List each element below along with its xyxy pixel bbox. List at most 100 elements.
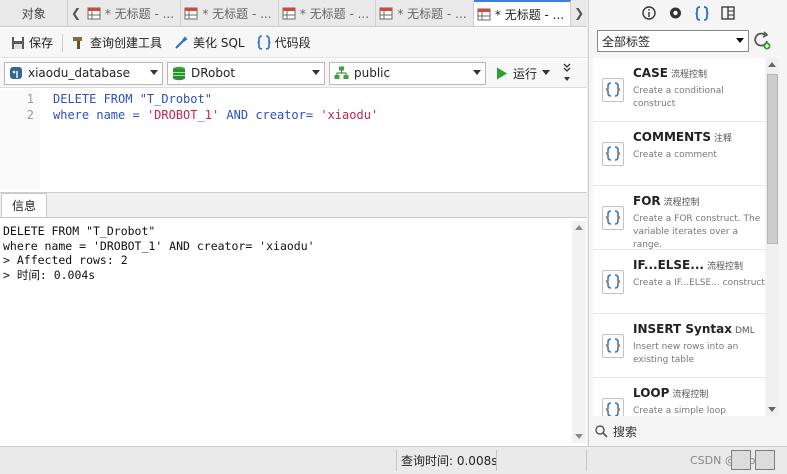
braces-icon xyxy=(257,35,271,50)
code-snippet-button[interactable]: 代码段 xyxy=(251,31,317,55)
tab-message[interactable]: 信息 xyxy=(1,193,48,217)
connection-selector-row: xiaodu_database DRobot public 运行 xyxy=(0,59,587,88)
tab-query-3[interactable]: * 无标题 - ... xyxy=(279,0,377,26)
tab-label: * 无标题 - ... xyxy=(202,6,272,21)
scroll-up-icon[interactable] xyxy=(768,62,776,67)
connection-select[interactable]: xiaodu_database xyxy=(4,61,163,85)
code-snippet-icon xyxy=(602,333,624,358)
snippet-item[interactable]: INSERT Syntax DML Insert new rows into an … xyxy=(593,314,765,378)
snippet-title-text: INSERT Syntax xyxy=(633,322,732,336)
info-icon[interactable] xyxy=(641,6,656,20)
message-output: DELETE FROM "T_Drobot" where name = 'DROB… xyxy=(0,221,570,443)
chevron-down-icon xyxy=(473,69,481,75)
tab-scroll-left-icon[interactable]: ❮ xyxy=(68,0,84,26)
braces-icon[interactable] xyxy=(694,5,709,21)
snippet-icon-wrap xyxy=(593,58,633,121)
search-icon xyxy=(595,424,608,438)
code-line: where name = 'DROBOT_1' AND creator= 'xi… xyxy=(53,108,378,122)
magic-wand-icon xyxy=(175,36,189,49)
snippet-tag: DML xyxy=(735,326,755,336)
scroll-down-icon[interactable] xyxy=(575,434,583,439)
tab-objects[interactable]: 对象 xyxy=(0,0,69,26)
beautify-sql-label: 美化 SQL xyxy=(193,36,245,50)
code-snippet-icon xyxy=(602,77,624,102)
snippet-text: INSERT Syntax DML Insert new rows into an … xyxy=(633,314,765,377)
tab-query-4[interactable]: * 无标题 - ... xyxy=(376,0,474,26)
snippet-title-text: IF...ELSE... xyxy=(633,258,704,272)
status-divider xyxy=(586,450,587,471)
snippet-item[interactable]: COMMENTS 注释 Create a comment xyxy=(593,122,765,186)
chevron-down-icon xyxy=(736,38,744,43)
message-line: where name = 'DROBOT_1' AND creator= 'xi… xyxy=(3,238,315,253)
snippet-title: COMMENTS 注释 xyxy=(633,130,765,144)
scroll-down-icon[interactable] xyxy=(768,407,776,412)
tab-label: * 无标题 - ... xyxy=(299,6,370,21)
toolbar: 保存 查询创建工具 美化 SQL 代码段 xyxy=(0,28,587,58)
grid-view-button[interactable] xyxy=(731,450,751,470)
schema-select[interactable]: public xyxy=(329,61,486,85)
identifier-token: creator= xyxy=(255,108,321,122)
query-table-icon xyxy=(184,7,198,19)
eye-icon[interactable] xyxy=(668,6,683,20)
snippet-tag: 流程控制 xyxy=(706,262,743,272)
status-divider xyxy=(396,450,397,471)
snippet-tag: 流程控制 xyxy=(670,70,707,80)
scroll-thumb[interactable] xyxy=(767,74,778,244)
tab-query-2[interactable]: * 无标题 - ... xyxy=(181,0,279,26)
tab-label: * 无标题 - ... xyxy=(104,6,175,21)
result-scrollbar[interactable] xyxy=(572,221,586,443)
search-label: 搜索 xyxy=(613,424,638,439)
tag-filter-value: 全部标签 xyxy=(602,34,651,49)
message-line: > 时间: 0.004s xyxy=(3,267,96,282)
layout-panels-icon[interactable] xyxy=(720,6,735,20)
snippet-item[interactable]: CASE 流程控制 Create a conditional construct xyxy=(593,58,765,122)
database-select[interactable]: DRobot xyxy=(167,61,325,85)
scroll-up-icon[interactable] xyxy=(575,225,583,230)
tab-query-5-active[interactable]: * 无标题 - ... xyxy=(473,0,572,26)
snippet-item[interactable]: IF...ELSE... 流程控制 Create a IF...ELSE... co… xyxy=(593,250,765,314)
string-token: 'xiaodu' xyxy=(320,108,379,122)
connection-value: xiaodu_database xyxy=(28,66,130,80)
snippet-description: Create a FOR construct. The variable ite… xyxy=(633,214,761,250)
snippet-title: INSERT Syntax DML xyxy=(633,322,765,336)
snippet-title-text: COMMENTS xyxy=(633,130,711,144)
identifier-token: name = xyxy=(96,108,147,122)
tag-filter-select[interactable]: 全部标签 xyxy=(597,30,749,52)
chevron-down-icon xyxy=(150,69,158,75)
query-builder-button[interactable]: 查询创建工具 xyxy=(66,31,168,55)
snippet-item[interactable]: LOOP流程控制 Create a simple loop construct xyxy=(593,378,765,416)
query-table-icon xyxy=(477,8,491,20)
beautify-sql-button[interactable]: 美化 SQL xyxy=(168,31,251,55)
snippet-sidebar: 全部标签 CASE 流程控制 Create a conditional constr… xyxy=(588,0,787,446)
tab-query-1[interactable]: * 无标题 - ... xyxy=(84,0,182,26)
message-line: DELETE FROM "T_Drobot" xyxy=(3,224,156,238)
database-icon xyxy=(173,66,185,80)
snippet-title: CASE 流程控制 xyxy=(633,66,765,80)
main-area: 对象 ❮ * 无标题 - ... * 无标题 - ... * 无标题 - ...… xyxy=(0,0,587,446)
run-button[interactable]: 运行 xyxy=(490,62,556,85)
tab-scroll-right-icon[interactable]: ❯ xyxy=(571,0,587,26)
refresh-add-icon[interactable] xyxy=(753,31,771,51)
snippet-item[interactable]: FOR 流程控制 Create a FOR construct. The varia… xyxy=(593,186,765,250)
toolbar-overflow-icon[interactable] xyxy=(562,60,576,86)
snippet-text: FOR 流程控制 Create a FOR construct. The varia… xyxy=(633,186,765,250)
snippet-description: Create a conditional construct xyxy=(633,86,724,109)
snippet-tag: 流程控制 xyxy=(663,198,700,208)
save-button[interactable]: 保存 xyxy=(5,31,59,55)
database-value: DRobot xyxy=(191,66,236,80)
sql-editor[interactable]: 12 DELETE FROM "T_Drobot" where name = 'D… xyxy=(0,89,587,189)
snippet-title-text: CASE xyxy=(633,66,668,80)
form-view-button[interactable] xyxy=(755,450,775,470)
snippet-text: LOOP流程控制 Create a simple loop construct xyxy=(633,378,765,416)
string-token: 'DROBOT_1' xyxy=(146,108,220,122)
snippet-scrollbar[interactable] xyxy=(766,58,779,416)
result-pane: 信息 DELETE FROM "T_Drobot" where name = 'D… xyxy=(0,192,587,446)
code-snippet-icon xyxy=(602,397,624,416)
snippet-description: Insert new rows into an existing table xyxy=(633,342,739,365)
run-label: 运行 xyxy=(513,66,538,81)
sidebar-icon-bar xyxy=(589,0,787,26)
snippet-search[interactable]: 搜索 xyxy=(595,421,765,441)
keyword-token: AND xyxy=(219,108,256,122)
tab-message-label: 信息 xyxy=(12,199,37,213)
code-snippet-icon xyxy=(602,269,624,294)
